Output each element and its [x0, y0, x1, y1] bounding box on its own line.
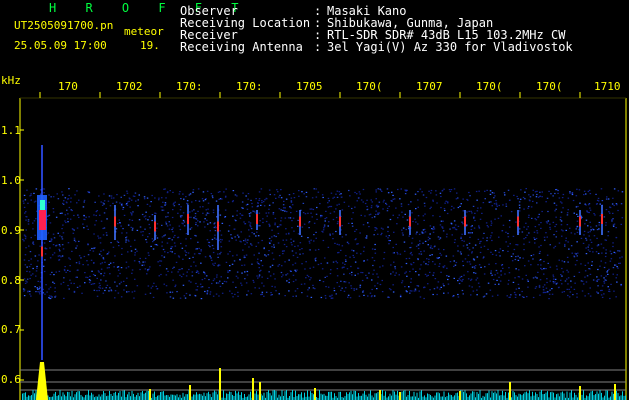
signal-spike	[399, 392, 401, 400]
signal-spike	[149, 389, 151, 400]
y-tick-label: 0.6	[1, 373, 21, 386]
x-tick-label: 1705	[296, 80, 323, 93]
signal-spike	[252, 378, 254, 400]
count-value: 19.	[140, 39, 160, 52]
signal-spike	[614, 384, 616, 400]
x-tick-label: 170:	[176, 80, 203, 93]
echo-core	[517, 216, 519, 227]
echo-core	[154, 221, 156, 232]
echo-core	[114, 216, 116, 227]
echo-core	[601, 214, 603, 224]
detection-type: meteor	[124, 25, 164, 38]
echo-core	[256, 214, 258, 224]
meteor-echo-core	[39, 210, 46, 230]
info-value-antenna: 3el Yagi(V) Az 330 for Vladivostok	[327, 40, 573, 54]
echo-core	[339, 216, 341, 227]
y-tick-label: 0.7	[1, 323, 21, 336]
baseline-noise	[22, 390, 626, 400]
info-label-antenna: Receiving Antenna	[180, 40, 303, 54]
signal-spike	[219, 368, 221, 400]
x-tick-label: 170:	[236, 80, 263, 93]
x-tick-label: 170(	[356, 80, 383, 93]
y-tick-label: 1.1	[1, 124, 21, 137]
echo-core	[579, 216, 581, 227]
x-tick-label: 1710	[594, 80, 621, 93]
echo-core	[217, 221, 219, 232]
x-tick-label: 170(	[476, 80, 503, 93]
echo-core	[41, 246, 43, 257]
signal-spike	[509, 382, 511, 400]
signal-spike	[314, 388, 316, 400]
date-time: 25.05.09 17:00	[14, 39, 107, 52]
signal-spike	[579, 386, 581, 400]
file-name: UT2505091700.pn	[14, 19, 114, 32]
info-sep: :	[314, 40, 322, 54]
y-tick-label: 0.8	[1, 274, 21, 287]
meteor-echo-edge	[40, 200, 45, 210]
x-tick-label: 1707	[416, 80, 443, 93]
noise-band	[22, 188, 624, 300]
y-axis-unit: kHz	[1, 74, 21, 87]
signal-spike	[189, 385, 191, 400]
signal-spike	[259, 382, 261, 400]
spectrogram-plot	[19, 92, 627, 400]
x-tick-label: 1702	[116, 80, 143, 93]
y-tick-label: 1.0	[1, 174, 21, 187]
meteor-spike	[36, 362, 48, 400]
echo-core	[409, 216, 411, 227]
signal-spike	[459, 391, 461, 400]
echo-core	[187, 214, 189, 224]
echo-core	[299, 216, 301, 227]
signal-spike	[379, 390, 381, 400]
y-tick-label: 0.9	[1, 224, 21, 237]
x-tick-label: 170	[58, 80, 78, 93]
x-tick-label: 170(	[536, 80, 563, 93]
echo-core	[464, 216, 466, 227]
